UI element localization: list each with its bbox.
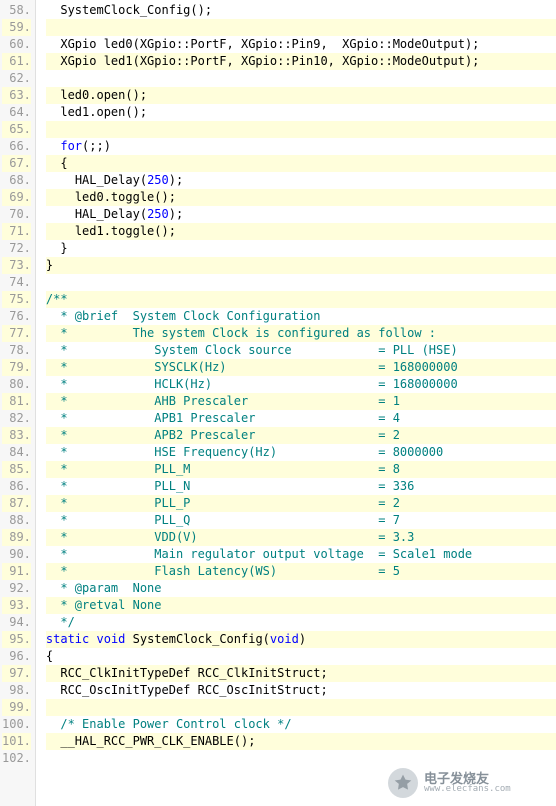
code-line: HAL_Delay(250); bbox=[46, 172, 556, 189]
code-line bbox=[46, 699, 556, 716]
line-number: 72. bbox=[2, 240, 31, 257]
code-line: led0.open(); bbox=[46, 87, 556, 104]
line-number: 82. bbox=[2, 410, 31, 427]
line-number: 71. bbox=[2, 223, 31, 240]
line-number: 91. bbox=[2, 563, 31, 580]
code-line: HAL_Delay(250); bbox=[46, 206, 556, 223]
code-line: * Main regulator output voltage = Scale1… bbox=[46, 546, 556, 563]
code-line: XGpio led1(XGpio::PortF, XGpio::Pin10, X… bbox=[46, 53, 556, 70]
line-number: 73. bbox=[2, 257, 31, 274]
line-number: 87. bbox=[2, 495, 31, 512]
code-line: * System Clock source = PLL (HSE) bbox=[46, 342, 556, 359]
line-number: 96. bbox=[2, 648, 31, 665]
line-number: 79. bbox=[2, 359, 31, 376]
line-number: 85. bbox=[2, 461, 31, 478]
line-number: 99. bbox=[2, 699, 31, 716]
code-line: static void SystemClock_Config(void) bbox=[46, 631, 556, 648]
line-number: 74. bbox=[2, 274, 31, 291]
code-line: * APB2 Prescaler = 2 bbox=[46, 427, 556, 444]
line-number: 95. bbox=[2, 631, 31, 648]
code-line: * SYSCLK(Hz) = 168000000 bbox=[46, 359, 556, 376]
line-number: 65. bbox=[2, 121, 31, 138]
line-number: 90. bbox=[2, 546, 31, 563]
watermark-logo-icon bbox=[388, 768, 418, 798]
line-number: 61. bbox=[2, 53, 31, 70]
code-line: RCC_OscInitTypeDef RCC_OscInitStruct; bbox=[46, 682, 556, 699]
code-line: { bbox=[46, 155, 556, 172]
code-line: led1.open(); bbox=[46, 104, 556, 121]
code-line bbox=[46, 750, 556, 767]
line-number: 68. bbox=[2, 172, 31, 189]
line-number: 98. bbox=[2, 682, 31, 699]
line-number: 60. bbox=[2, 36, 31, 53]
line-number: 94. bbox=[2, 614, 31, 631]
code-line: */ bbox=[46, 614, 556, 631]
line-number: 86. bbox=[2, 478, 31, 495]
code-line: * @brief System Clock Configuration bbox=[46, 308, 556, 325]
code-line: * HSE Frequency(Hz) = 8000000 bbox=[46, 444, 556, 461]
code-line: * Flash Latency(WS) = 5 bbox=[46, 563, 556, 580]
line-number: 89. bbox=[2, 529, 31, 546]
code-line: /** bbox=[46, 291, 556, 308]
code-editor: 58.59.60.61.62.63.64.65.66.67.68.69.70.7… bbox=[0, 0, 556, 806]
line-number: 101. bbox=[2, 733, 31, 750]
code-line: XGpio led0(XGpio::PortF, XGpio::Pin9, XG… bbox=[46, 36, 556, 53]
code-line: /* Enable Power Control clock */ bbox=[46, 716, 556, 733]
line-number: 84. bbox=[2, 444, 31, 461]
code-line: led1.toggle(); bbox=[46, 223, 556, 240]
line-number: 69. bbox=[2, 189, 31, 206]
line-number-gutter: 58.59.60.61.62.63.64.65.66.67.68.69.70.7… bbox=[0, 0, 36, 806]
code-line: RCC_ClkInitTypeDef RCC_ClkInitStruct; bbox=[46, 665, 556, 682]
line-number: 81. bbox=[2, 393, 31, 410]
line-number: 58. bbox=[2, 2, 31, 19]
code-line bbox=[46, 274, 556, 291]
line-number: 97. bbox=[2, 665, 31, 682]
line-number: 75. bbox=[2, 291, 31, 308]
code-line: * HCLK(Hz) = 168000000 bbox=[46, 376, 556, 393]
line-number: 62. bbox=[2, 70, 31, 87]
line-number: 100. bbox=[2, 716, 31, 733]
code-line: SystemClock_Config(); bbox=[46, 2, 556, 19]
line-number: 80. bbox=[2, 376, 31, 393]
code-line: * AHB Prescaler = 1 bbox=[46, 393, 556, 410]
line-number: 88. bbox=[2, 512, 31, 529]
code-line bbox=[46, 19, 556, 36]
line-number: 70. bbox=[2, 206, 31, 223]
line-number: 66. bbox=[2, 138, 31, 155]
code-line: } bbox=[46, 257, 556, 274]
line-number: 102. bbox=[2, 750, 31, 767]
line-number: 67. bbox=[2, 155, 31, 172]
line-number: 93. bbox=[2, 597, 31, 614]
line-number: 78. bbox=[2, 342, 31, 359]
code-line: led0.toggle(); bbox=[46, 189, 556, 206]
code-line bbox=[46, 121, 556, 138]
watermark: 电子发烧友 www.elecfans.com bbox=[388, 768, 548, 798]
code-line: } bbox=[46, 240, 556, 257]
code-line: __HAL_RCC_PWR_CLK_ENABLE(); bbox=[46, 733, 556, 750]
code-line: * PLL_N = 336 bbox=[46, 478, 556, 495]
code-line: * APB1 Prescaler = 4 bbox=[46, 410, 556, 427]
code-line: * PLL_Q = 7 bbox=[46, 512, 556, 529]
code-line: * @param None bbox=[46, 580, 556, 597]
code-area: SystemClock_Config(); XGpio led0(XGpio::… bbox=[36, 0, 556, 806]
code-line: for(;;) bbox=[46, 138, 556, 155]
line-number: 77. bbox=[2, 325, 31, 342]
line-number: 59. bbox=[2, 19, 31, 36]
code-line: * VDD(V) = 3.3 bbox=[46, 529, 556, 546]
line-number: 83. bbox=[2, 427, 31, 444]
code-line: * @retval None bbox=[46, 597, 556, 614]
code-line: * PLL_M = 8 bbox=[46, 461, 556, 478]
code-line: * The system Clock is configured as foll… bbox=[46, 325, 556, 342]
watermark-url: www.elecfans.com bbox=[424, 785, 511, 794]
code-line: { bbox=[46, 648, 556, 665]
line-number: 63. bbox=[2, 87, 31, 104]
line-number: 76. bbox=[2, 308, 31, 325]
code-line bbox=[46, 70, 556, 87]
line-number: 64. bbox=[2, 104, 31, 121]
line-number: 92. bbox=[2, 580, 31, 597]
code-line: * PLL_P = 2 bbox=[46, 495, 556, 512]
